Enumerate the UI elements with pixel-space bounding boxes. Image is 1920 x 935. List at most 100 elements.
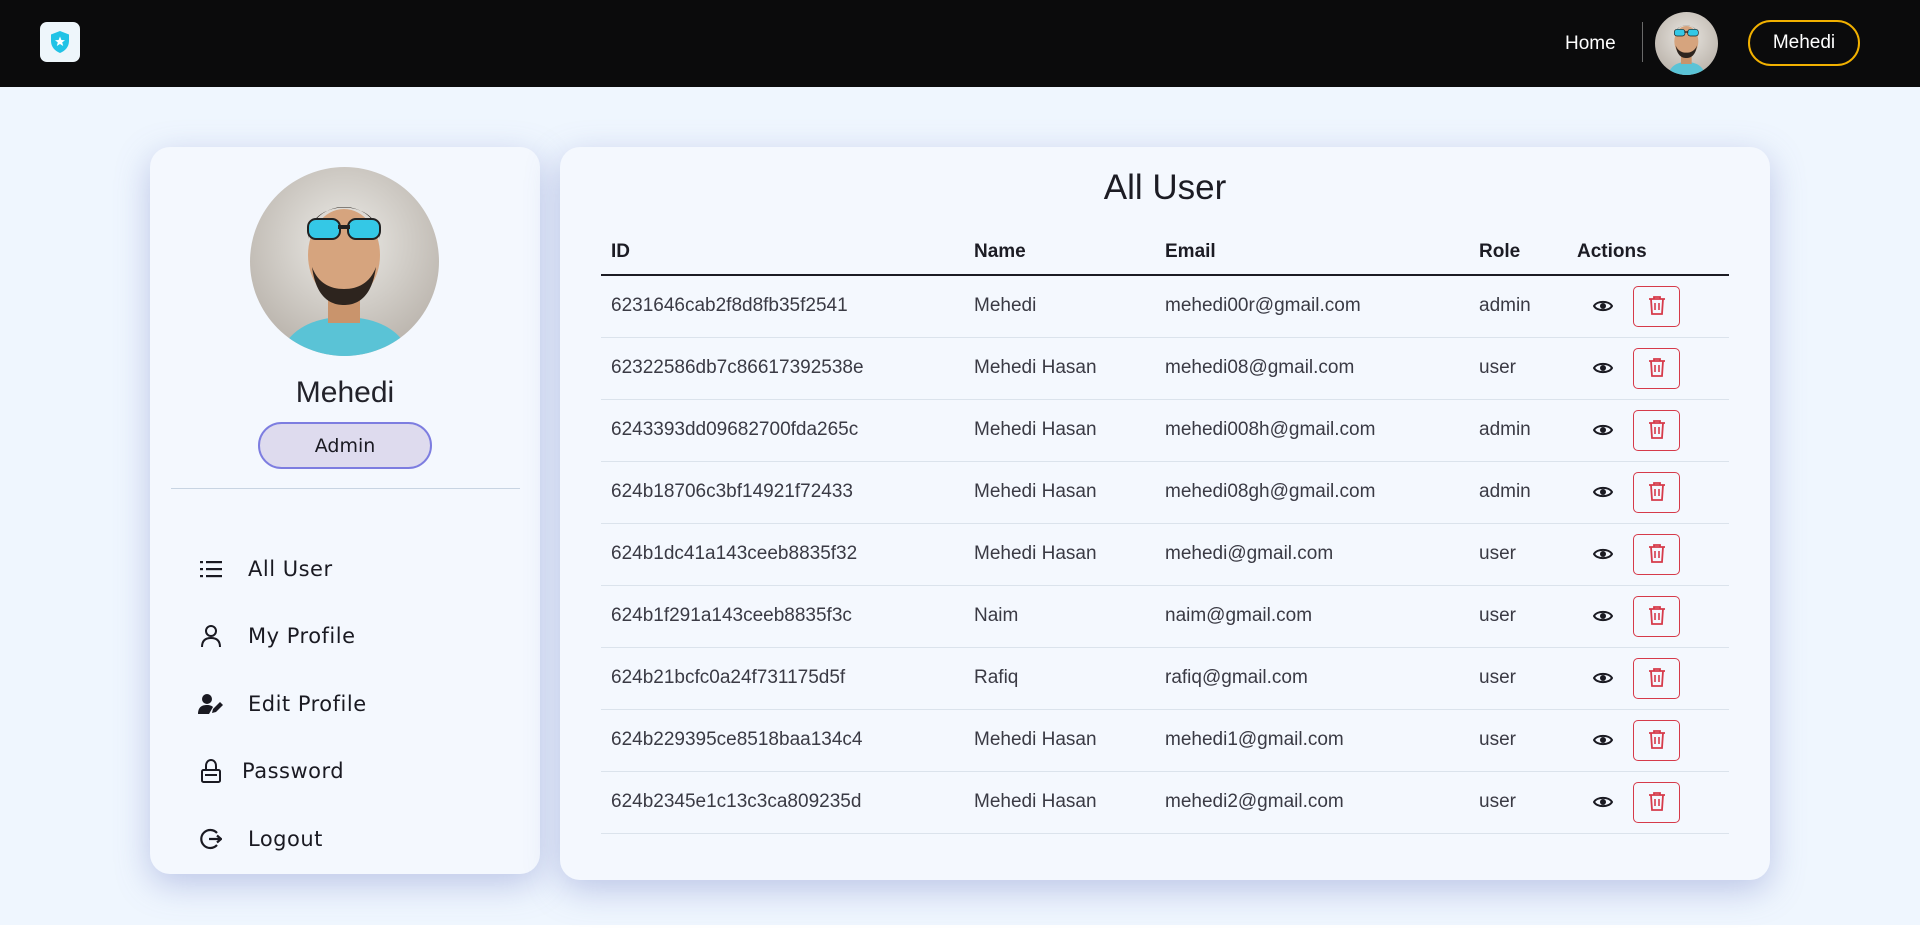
cell-role: user: [1469, 709, 1567, 772]
cell-email: mehedi00r@gmail.com: [1155, 275, 1469, 338]
cell-name: Mehedi Hasan: [964, 461, 1155, 524]
cell-name: Mehedi Hasan: [964, 771, 1155, 834]
delete-button[interactable]: [1633, 719, 1680, 761]
cell-email: naim@gmail.com: [1155, 585, 1469, 648]
sidebar-item-password[interactable]: Password: [198, 754, 344, 788]
view-eye-icon[interactable]: [1589, 726, 1617, 754]
delete-button[interactable]: [1633, 781, 1680, 823]
cell-role: admin: [1469, 275, 1567, 338]
cell-role: user: [1469, 647, 1567, 710]
column-header-role: Role: [1469, 229, 1567, 276]
delete-button[interactable]: [1633, 657, 1680, 699]
cell-name: Mehedi: [964, 275, 1155, 338]
page-title: All User: [1103, 168, 1227, 207]
trash-icon: [1648, 729, 1666, 752]
table-row: 6243393dd09682700fda265c Mehedi Hasan mehe…: [601, 399, 1729, 462]
table-row: 624b1dc41a143ceeb8835f32 Mehedi Hasan mehe…: [601, 523, 1729, 586]
cell-email: mehedi008h@gmail.com: [1155, 399, 1469, 462]
table-row: 624b21bcfc0a24f731175d5f Rafiq rafiq@gmail…: [601, 647, 1729, 710]
sidebar-item-label: Logout: [248, 827, 323, 851]
page-bottom-strip: [0, 925, 1920, 935]
sidebar-item-label: Edit Profile: [248, 692, 367, 716]
cell-actions: [1567, 709, 1729, 772]
row-actions: [1577, 595, 1719, 637]
user-edit-icon: [198, 691, 224, 717]
user-icon: [198, 623, 224, 649]
view-eye-icon[interactable]: [1589, 602, 1617, 630]
cell-actions: [1567, 399, 1729, 462]
logout-icon: [198, 826, 224, 852]
nav-avatar[interactable]: [1655, 12, 1718, 75]
delete-button[interactable]: [1633, 533, 1680, 575]
view-eye-icon[interactable]: [1589, 788, 1617, 816]
table-row: 624b18706c3bf14921f72433 Mehedi Hasan mehe…: [601, 461, 1729, 524]
cell-role: user: [1469, 523, 1567, 586]
delete-button[interactable]: [1633, 347, 1680, 389]
cell-name: Rafiq: [964, 647, 1155, 710]
cell-actions: [1567, 275, 1729, 338]
cell-name: Mehedi Hasan: [964, 337, 1155, 400]
trash-icon: [1648, 667, 1666, 690]
column-header-email: Email: [1155, 229, 1469, 276]
nav-home-link[interactable]: Home: [1565, 32, 1616, 56]
cell-name: Naim: [964, 585, 1155, 648]
view-eye-icon[interactable]: [1589, 540, 1617, 568]
view-eye-icon[interactable]: [1589, 478, 1617, 506]
column-header-id: ID: [601, 229, 964, 276]
cell-id: 624b21bcfc0a24f731175d5f: [601, 647, 964, 710]
cell-email: mehedi2@gmail.com: [1155, 771, 1469, 834]
delete-button[interactable]: [1633, 285, 1680, 327]
row-actions: [1577, 347, 1719, 389]
profile-name: Mehedi: [295, 376, 395, 409]
cell-id: 62322586db7c86617392538e: [601, 337, 964, 400]
sidebar-item-all-user[interactable]: All User: [198, 552, 333, 586]
table-row: 62322586db7c86617392538e Mehedi Hasan mehe…: [601, 337, 1729, 400]
cell-role: admin: [1469, 399, 1567, 462]
list-icon: [198, 556, 224, 582]
sidebar-item-my-profile[interactable]: My Profile: [198, 619, 356, 653]
cell-actions: [1567, 523, 1729, 586]
cell-id: 624b18706c3bf14921f72433: [601, 461, 964, 524]
sidebar-item-label: My Profile: [248, 624, 356, 648]
table-row: 624b1f291a143ceeb8835f3c Naim naim@gmail.c…: [601, 585, 1729, 648]
view-eye-icon[interactable]: [1589, 416, 1617, 444]
delete-button[interactable]: [1633, 471, 1680, 513]
sidebar-item-edit-profile[interactable]: Edit Profile: [198, 687, 367, 721]
column-header-actions: Actions: [1567, 229, 1729, 276]
lock-icon: [198, 758, 224, 784]
table-header-row: ID Name Email Role Actions: [601, 229, 1729, 276]
row-actions: [1577, 471, 1719, 513]
cell-actions: [1567, 337, 1729, 400]
delete-button[interactable]: [1633, 409, 1680, 451]
delete-button[interactable]: [1633, 595, 1680, 637]
trash-icon: [1648, 791, 1666, 814]
trash-icon: [1648, 419, 1666, 442]
cell-id: 6231646cab2f8d8fb35f2541: [601, 275, 964, 338]
shield-logo-icon: [51, 31, 69, 53]
nav-user-button[interactable]: Mehedi: [1748, 20, 1860, 66]
trash-icon: [1648, 481, 1666, 504]
sidebar-item-label: Password: [242, 759, 345, 783]
cell-role: admin: [1469, 461, 1567, 524]
cell-name: Mehedi Hasan: [964, 399, 1155, 462]
cell-id: 624b229395ce8518baa134c4: [601, 709, 964, 772]
row-actions: [1577, 719, 1719, 761]
cell-name: Mehedi Hasan: [964, 709, 1155, 772]
sidebar-item-logout[interactable]: Logout: [198, 822, 323, 856]
app-logo[interactable]: [40, 22, 80, 62]
row-actions: [1577, 657, 1719, 699]
column-header-name: Name: [964, 229, 1155, 276]
table-row: 6231646cab2f8d8fb35f2541 Mehedi mehedi00r@…: [601, 275, 1729, 338]
cell-email: mehedi@gmail.com: [1155, 523, 1469, 586]
row-actions: [1577, 533, 1719, 575]
table-body: 6231646cab2f8d8fb35f2541 Mehedi mehedi00r@…: [601, 275, 1729, 834]
trash-icon: [1648, 357, 1666, 380]
view-eye-icon[interactable]: [1589, 664, 1617, 692]
cell-role: user: [1469, 585, 1567, 648]
view-eye-icon[interactable]: [1589, 354, 1617, 382]
view-eye-icon[interactable]: [1589, 292, 1617, 320]
cell-email: mehedi1@gmail.com: [1155, 709, 1469, 772]
cell-email: mehedi08@gmail.com: [1155, 337, 1469, 400]
row-actions: [1577, 409, 1719, 451]
trash-icon: [1648, 295, 1666, 318]
